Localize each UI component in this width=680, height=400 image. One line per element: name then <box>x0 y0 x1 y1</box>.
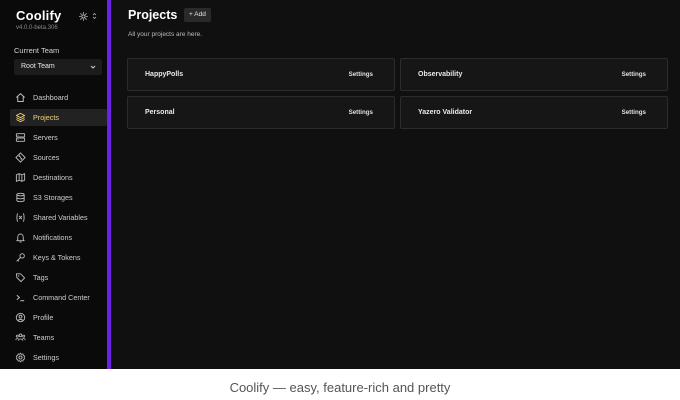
users-icon <box>15 332 26 343</box>
sidebar-item-tags[interactable]: Tags <box>10 269 107 286</box>
sidebar-item-servers[interactable]: Servers <box>10 129 107 146</box>
sidebar-item-label: Notifications <box>33 233 73 242</box>
app-window: Coolify v4.0.0-beta.306 Current Team Roo… <box>0 0 680 369</box>
add-project-button[interactable]: + Add <box>184 8 211 22</box>
sidebar-item-label: Servers <box>33 133 58 142</box>
app-version: v4.0.0-beta.306 <box>16 25 58 31</box>
sidebar-item-shared-variables[interactable]: Shared Variables <box>10 209 107 226</box>
sidebar-item-label: Destinations <box>33 173 73 182</box>
home-icon <box>15 92 26 103</box>
sidebar-item-label: Dashboard <box>33 93 69 102</box>
sidebar-item-label: Profile <box>33 313 54 322</box>
sidebar-item-settings[interactable]: Settings <box>10 349 107 366</box>
project-card-happypolls[interactable]: HappyPolls Settings <box>127 58 395 91</box>
sidebar-item-label: Teams <box>33 333 55 342</box>
project-name: Observability <box>418 71 463 78</box>
project-name: Yazero Validator <box>418 109 473 116</box>
sidebar-item-notifications[interactable]: Notifications <box>10 229 107 246</box>
sidebar-item-command-center[interactable]: Command Center <box>10 289 107 306</box>
app-logo[interactable]: Coolify <box>16 8 61 23</box>
chevron-down-icon <box>90 59 96 77</box>
project-settings-link[interactable]: Settings <box>622 97 646 128</box>
sidebar-item-dashboard[interactable]: Dashboard <box>10 89 107 106</box>
map-icon <box>15 172 26 183</box>
variable-icon <box>15 212 26 223</box>
sidebar-item-label: Keys & Tokens <box>33 253 81 262</box>
sidebar-item-s3-storages[interactable]: S3 Storages <box>10 189 107 206</box>
git-branch-icon <box>15 152 26 163</box>
gear-icon <box>15 352 26 363</box>
project-settings-link[interactable]: Settings <box>349 59 373 90</box>
sidebar-item-label: Projects <box>33 113 59 122</box>
sidebar-item-label: Tags <box>33 273 49 282</box>
current-team-label: Current Team <box>14 46 60 55</box>
page-subtitle: All your projects are here. <box>128 31 203 38</box>
sidebar-item-projects[interactable]: Projects <box>10 109 107 126</box>
tag-icon <box>15 272 26 283</box>
project-settings-link[interactable]: Settings <box>622 59 646 90</box>
sidebar-item-sources[interactable]: Sources <box>10 149 107 166</box>
sidebar-item-profile[interactable]: Profile <box>10 309 107 326</box>
sidebar-item-label: Command Center <box>33 293 90 302</box>
sidebar-item-label: Sources <box>33 153 60 162</box>
layers-icon <box>15 112 26 123</box>
project-card-personal[interactable]: Personal Settings <box>127 96 395 129</box>
sidebar: Coolify v4.0.0-beta.306 Current Team Roo… <box>0 0 107 369</box>
database-icon <box>15 192 26 203</box>
team-select-value: Root Team <box>21 63 55 70</box>
sidebar-item-keys-tokens[interactable]: Keys & Tokens <box>10 249 107 266</box>
sidebar-item-destinations[interactable]: Destinations <box>10 169 107 186</box>
bell-icon <box>15 232 26 243</box>
sidebar-item-teams[interactable]: Teams <box>10 329 107 346</box>
user-circle-icon <box>15 312 26 323</box>
project-name: Personal <box>145 109 175 116</box>
key-icon <box>15 252 26 263</box>
page-title: Projects <box>128 8 178 22</box>
project-card-observability[interactable]: Observability Settings <box>400 58 668 91</box>
main-content: Projects + Add All your projects are her… <box>111 0 680 369</box>
project-settings-link[interactable]: Settings <box>349 97 373 128</box>
sidebar-item-label: Settings <box>33 353 59 362</box>
theme-toggle[interactable] <box>79 10 99 22</box>
project-card-yazero-validator[interactable]: Yazero Validator Settings <box>400 96 668 129</box>
sidebar-nav: Dashboard Projects Servers Sources Desti… <box>10 89 107 369</box>
project-name: HappyPolls <box>145 71 184 78</box>
terminal-icon <box>15 292 26 303</box>
sidebar-item-label: S3 Storages <box>33 193 73 202</box>
team-select[interactable]: Root Team <box>14 59 102 75</box>
server-icon <box>15 132 26 143</box>
image-caption: Coolify — easy, feature-rich and pretty <box>229 380 451 395</box>
sidebar-item-label: Shared Variables <box>33 213 88 222</box>
